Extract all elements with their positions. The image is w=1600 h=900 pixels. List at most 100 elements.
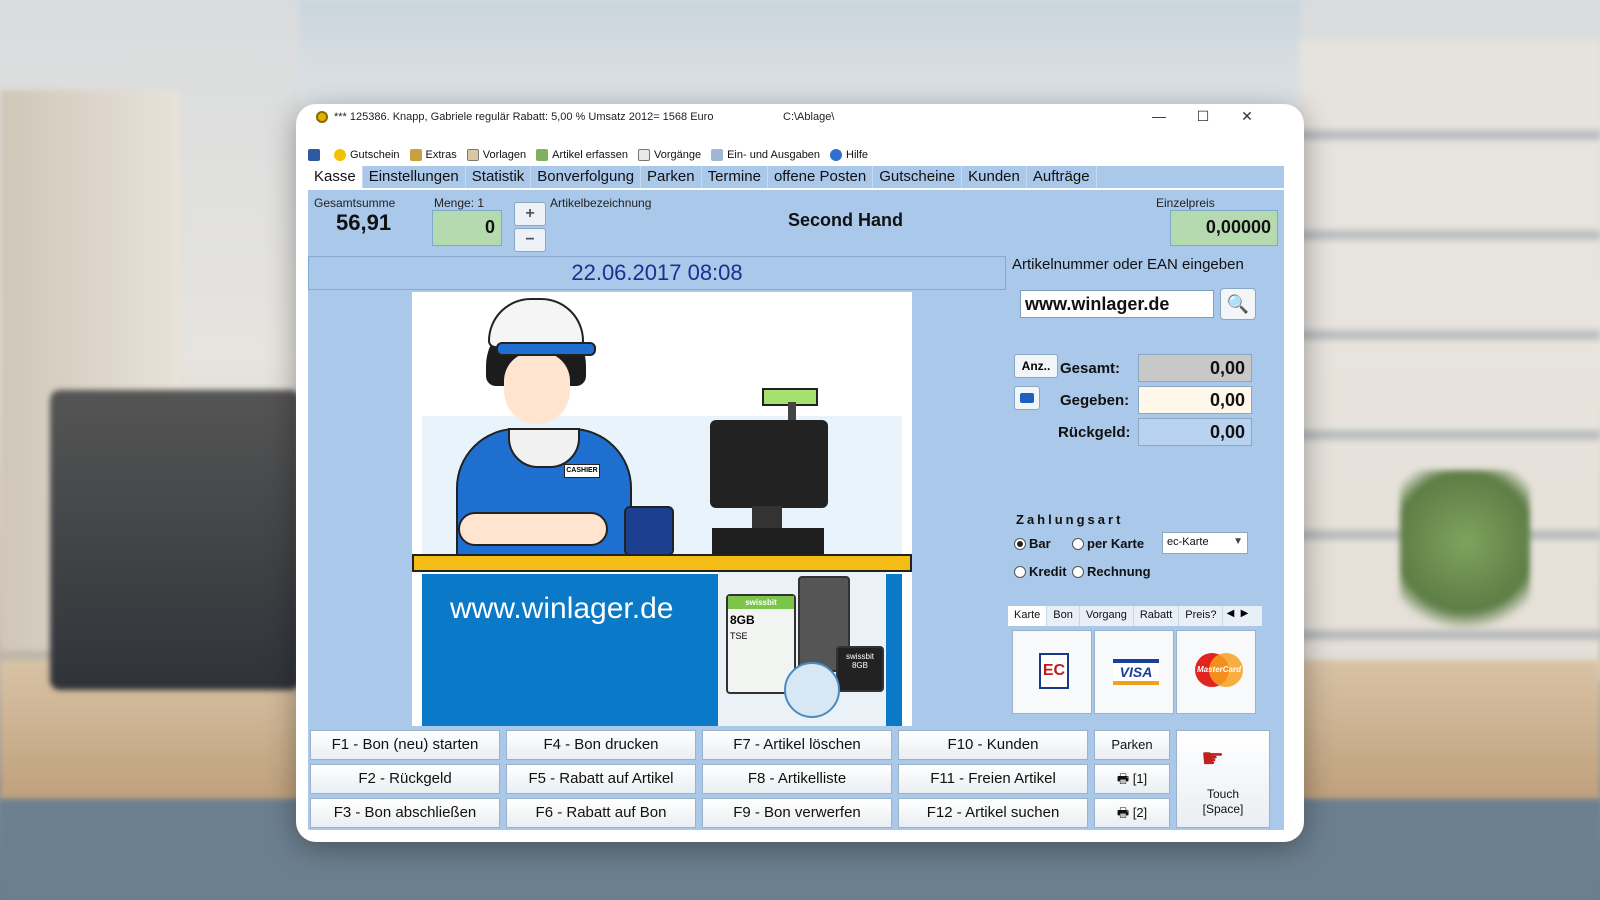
menu-bar: Gutschein Extras Vorlagen Artikel erfass…	[308, 146, 878, 164]
tab-auftraege[interactable]: Aufträge	[1027, 166, 1097, 188]
close-button[interactable]: ✕	[1232, 108, 1262, 125]
card-type-select[interactable]: ec-Karte ▼	[1162, 532, 1248, 554]
card-reader-button[interactable]	[1014, 386, 1040, 410]
pay-mastercard-button[interactable]: MasterCard	[1176, 630, 1256, 714]
ptab-karte[interactable]: Karte	[1008, 606, 1048, 626]
help-icon	[830, 149, 843, 161]
f3-button[interactable]: F3 - Bon abschließen	[310, 798, 500, 828]
menge-field[interactable]: 0	[432, 210, 502, 246]
card-terminal	[624, 506, 674, 556]
article-icon	[536, 149, 549, 161]
f8-button[interactable]: F8 - Artikelliste	[702, 764, 892, 794]
cashier-face	[504, 352, 570, 424]
microsd-card: swissbit 8GB	[836, 646, 884, 692]
f12-button[interactable]: F12 - Artikel suchen	[898, 798, 1088, 828]
background-plant	[1400, 470, 1530, 650]
pointing-hand-icon: ☛	[1201, 743, 1225, 773]
chevron-right-icon[interactable]: ▶	[1237, 606, 1251, 626]
rueckgeld-label: Rückgeld:	[1058, 424, 1131, 441]
touch-key-label: [Space]	[1202, 802, 1244, 816]
f1-button[interactable]: F1 - Bon (neu) starten	[310, 730, 500, 760]
print-1-button[interactable]: 🖶 [1]	[1094, 764, 1170, 794]
gesamt-label: Gesamt:	[1060, 360, 1121, 377]
tab-offene-posten[interactable]: offene Posten	[768, 166, 874, 188]
search-button[interactable]: 🔍	[1220, 288, 1256, 320]
pay-ec-button[interactable]: EC	[1012, 630, 1092, 714]
rueckgeld-field: 0,00	[1138, 418, 1252, 446]
tab-einstellungen[interactable]: Einstellungen	[363, 166, 466, 188]
visa-icon: VISA	[1113, 659, 1159, 685]
radio-kredit[interactable]: Kredit	[1014, 564, 1067, 579]
document-icon	[637, 149, 650, 161]
tab-bonverfolgung[interactable]: Bonverfolgung	[531, 166, 642, 188]
radio-bar[interactable]: Bar	[1014, 536, 1051, 551]
minimize-button[interactable]: —	[1144, 108, 1174, 124]
menu-vorlagen[interactable]: Vorlagen	[466, 149, 526, 161]
monitor	[710, 420, 828, 508]
menu-app-icon[interactable]	[308, 149, 324, 161]
article-name: Second Hand	[788, 210, 904, 230]
ean-label: Artikelnummer oder EAN eingeben	[1012, 256, 1244, 273]
menu-gutschein[interactable]: Gutschein	[334, 149, 400, 161]
menu-vorgaenge[interactable]: Vorgänge	[637, 149, 701, 161]
gesamt-field: 0,00	[1138, 354, 1252, 382]
tools-icon	[409, 149, 422, 161]
f6-button[interactable]: F6 - Rabatt auf Bon	[506, 798, 696, 828]
print-2-button[interactable]: 🖶 [2]	[1094, 798, 1170, 828]
radio-rechnung[interactable]: Rechnung	[1072, 564, 1151, 579]
ptab-preis[interactable]: Preis?	[1179, 606, 1224, 626]
window-title: *** 125386. Knapp, Gabriele regulär Raba…	[334, 111, 714, 123]
f10-button[interactable]: F10 - Kunden	[898, 730, 1088, 760]
cashier-cap-brim	[496, 342, 596, 356]
menge-label: Menge: 1	[434, 196, 485, 210]
sd-card-panel: swissbit 8GB TSE swissbit 8GB	[718, 572, 886, 726]
search-icon: 🔍	[1226, 294, 1250, 314]
counter-top	[412, 554, 912, 572]
radio-per-karte[interactable]: per Karte	[1072, 536, 1144, 551]
f7-button[interactable]: F7 - Artikel löschen	[702, 730, 892, 760]
function-keys: F1 - Bon (neu) starten F2 - Rückgeld F3 …	[308, 730, 1284, 830]
f2-button[interactable]: F2 - Rückgeld	[310, 764, 500, 794]
menu-hilfe[interactable]: Hilfe	[830, 149, 868, 161]
einzelpreis-label: Einzelpreis	[1156, 196, 1215, 210]
plus-button[interactable]: +	[514, 202, 546, 226]
ptab-bon[interactable]: Bon	[1047, 606, 1080, 626]
chevron-left-icon[interactable]: ◀	[1223, 606, 1237, 626]
title-bar: *** 125386. Knapp, Gabriele regulär Raba…	[296, 104, 1304, 130]
menu-artikel-erfassen[interactable]: Artikel erfassen	[536, 149, 628, 161]
card-icon	[1020, 393, 1034, 403]
gegeben-field[interactable]: 0,00	[1138, 386, 1252, 414]
cashier-cap	[488, 298, 584, 348]
tab-gutscheine[interactable]: Gutscheine	[873, 166, 963, 188]
cashier-badge: CASHIER	[564, 464, 600, 478]
ptab-rabatt[interactable]: Rabatt	[1134, 606, 1180, 626]
touch-label: Touch	[1206, 787, 1240, 801]
template-icon	[466, 149, 479, 161]
ptab-vorgang[interactable]: Vorgang	[1080, 606, 1134, 626]
ean-input[interactable]: www.winlager.de	[1020, 290, 1214, 318]
touch-button[interactable]: ☛ Touch [Space]	[1176, 730, 1270, 828]
datetime-display: 22.06.2017 08:08	[308, 256, 1006, 290]
minus-button[interactable]: −	[514, 228, 546, 252]
f4-button[interactable]: F4 - Bon drucken	[506, 730, 696, 760]
cash-drawer	[712, 528, 824, 554]
einzelpreis-field[interactable]: 0,00000	[1170, 210, 1278, 246]
tab-kunden[interactable]: Kunden	[962, 166, 1027, 188]
tab-parken[interactable]: Parken	[641, 166, 702, 188]
mastercard-icon: MasterCard	[1195, 653, 1243, 689]
parken-button[interactable]: Parken	[1094, 730, 1170, 760]
f11-button[interactable]: F11 - Freien Artikel	[898, 764, 1088, 794]
anz-button[interactable]: Anz..	[1014, 354, 1058, 378]
menu-ein-ausgaben[interactable]: Ein- und Ausgaben	[711, 149, 820, 161]
background-register	[50, 390, 300, 690]
pay-visa-button[interactable]: VISA	[1094, 630, 1174, 714]
maximize-button[interactable]: ☐	[1188, 108, 1218, 125]
menu-extras[interactable]: Extras	[409, 149, 457, 161]
background-window	[300, 0, 1300, 110]
tab-statistik[interactable]: Statistik	[466, 166, 532, 188]
f5-button[interactable]: F5 - Rabatt auf Artikel	[506, 764, 696, 794]
f9-button[interactable]: F9 - Bon verwerfen	[702, 798, 892, 828]
kasse-panel: Gesamtsumme 56,91 Menge: 1 0 + − Artikel…	[308, 190, 1284, 830]
tab-kasse[interactable]: Kasse	[308, 166, 363, 188]
tab-termine[interactable]: Termine	[702, 166, 768, 188]
